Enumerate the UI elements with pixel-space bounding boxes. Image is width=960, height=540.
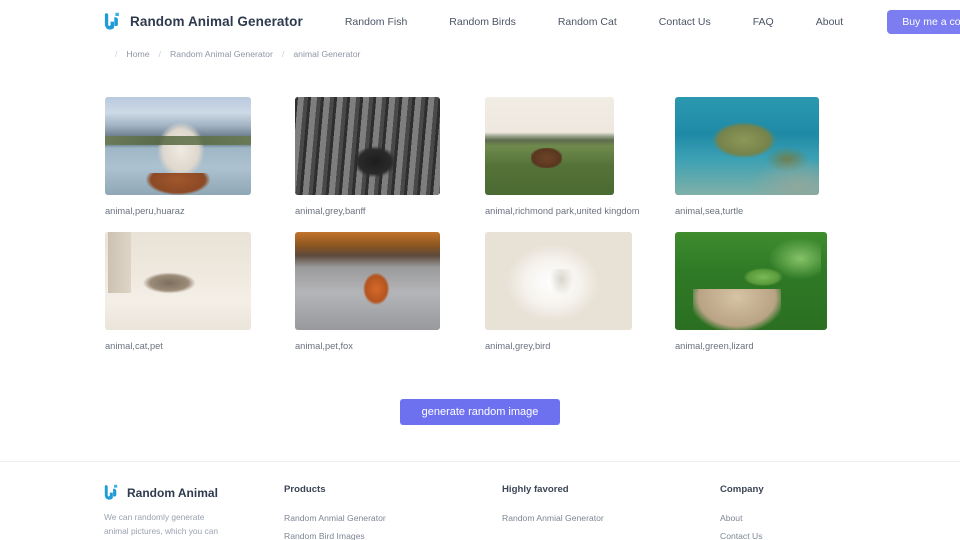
image-caption: animal,grey,banff	[295, 206, 366, 216]
animal-thumbnail-elk[interactable]	[295, 97, 440, 195]
gallery-card[interactable]: animal,pet,fox	[295, 232, 485, 351]
buy-me-a-coffee-button[interactable]: Buy me a coffee	[887, 9, 960, 34]
nav-link-faq[interactable]: FAQ	[732, 16, 795, 28]
image-caption: animal,pet,fox	[295, 341, 353, 351]
image-caption: animal,peru,huaraz	[105, 206, 185, 216]
footer-column-title: Products	[284, 484, 326, 495]
brand-logo[interactable]: Random Animal Generator	[104, 12, 303, 31]
footer-column-title: Highly favored	[502, 484, 569, 495]
footer-link-random-bird-images[interactable]: Random Bird Images	[284, 528, 502, 540]
generate-action-area: generate random image	[0, 367, 960, 425]
footer-column-products: Products Random Anmial Generator Random …	[284, 484, 502, 540]
animal-thumbnail-cat[interactable]	[105, 232, 251, 330]
animal-thumbnail-deer[interactable]	[485, 97, 614, 195]
nav-link-random-cat[interactable]: Random Cat	[537, 16, 638, 28]
nav-link-random-fish[interactable]: Random Fish	[324, 16, 428, 28]
breadcrumb-separator: /	[158, 49, 162, 59]
gallery-row: animal,cat,pet animal,pet,fox animal,gre…	[0, 232, 960, 351]
footer-link-contact-us[interactable]: Contact Us	[720, 528, 773, 540]
gallery-card[interactable]: animal,cat,pet	[105, 232, 295, 351]
gallery-card[interactable]: animal,green,lizard	[675, 232, 865, 351]
animal-thumbnail-alpaca[interactable]	[105, 97, 251, 195]
image-gallery: animal,peru,huaraz animal,grey,banff ani…	[0, 65, 960, 351]
gallery-card[interactable]: animal,sea,turtle	[675, 97, 865, 216]
nav-link-random-birds[interactable]: Random Birds	[428, 16, 537, 28]
brand-name: Random Animal Generator	[130, 14, 303, 29]
image-caption: animal,grey,bird	[485, 341, 551, 351]
footer-link-about[interactable]: About	[720, 510, 773, 528]
animal-thumbnail-fox[interactable]	[295, 232, 440, 330]
nav-link-contact-us[interactable]: Contact Us	[638, 16, 732, 28]
animal-thumbnail-lizard[interactable]	[675, 232, 827, 330]
footer-column-highly-favored: Highly favored Random Anmial Generator	[502, 484, 720, 540]
gallery-card[interactable]: animal,peru,huaraz	[105, 97, 295, 216]
nav-link-about[interactable]: About	[795, 16, 864, 28]
footer-column-title: Company	[720, 484, 764, 495]
footer-brand[interactable]: Random Animal	[104, 484, 284, 501]
breadcrumb-separator: /	[115, 49, 118, 59]
gallery-card[interactable]: animal,grey,bird	[485, 232, 675, 351]
breadcrumb-item-random-animal-generator[interactable]: Random Animal Generator	[170, 49, 273, 59]
footer-brand-name: Random Animal	[127, 485, 218, 500]
footer-link-random-animal-generator[interactable]: Random Anmial Generator	[284, 510, 502, 528]
main-nav: Random Fish Random Birds Random Cat Cont…	[324, 16, 864, 28]
gallery-row: animal,peru,huaraz animal,grey,banff ani…	[0, 97, 960, 216]
breadcrumb-item-current: animal Generator	[293, 49, 361, 59]
animal-logo-icon	[104, 12, 119, 30]
site-header: Random Animal Generator Random Fish Rand…	[0, 0, 960, 43]
image-caption: animal,cat,pet	[105, 341, 163, 351]
breadcrumb: / Home / Random Animal Generator / anima…	[0, 43, 960, 65]
footer-description: We can randomly generate animal pictures…	[104, 512, 219, 540]
image-caption: animal,sea,turtle	[675, 206, 744, 216]
animal-logo-icon	[104, 484, 118, 500]
gallery-card[interactable]: animal,grey,banff	[295, 97, 485, 216]
site-footer: Random Animal We can randomly generate a…	[0, 461, 960, 540]
footer-column-company: Company About Contact Us Privacy Policy	[720, 484, 773, 540]
gallery-card[interactable]: animal,richmond park,united kingdom	[485, 97, 675, 216]
footer-brand-column: Random Animal We can randomly generate a…	[104, 484, 284, 540]
animal-thumbnail-peacock[interactable]	[485, 232, 632, 330]
breadcrumb-item-home[interactable]: Home	[126, 49, 149, 59]
image-caption: animal,richmond park,united kingdom	[485, 206, 640, 216]
image-caption: animal,green,lizard	[675, 341, 754, 351]
animal-thumbnail-turtle[interactable]	[675, 97, 819, 195]
breadcrumb-separator: /	[281, 49, 285, 59]
generate-random-image-button[interactable]: generate random image	[399, 399, 561, 425]
footer-link-random-animal-generator-favored[interactable]: Random Anmial Generator	[502, 510, 720, 528]
